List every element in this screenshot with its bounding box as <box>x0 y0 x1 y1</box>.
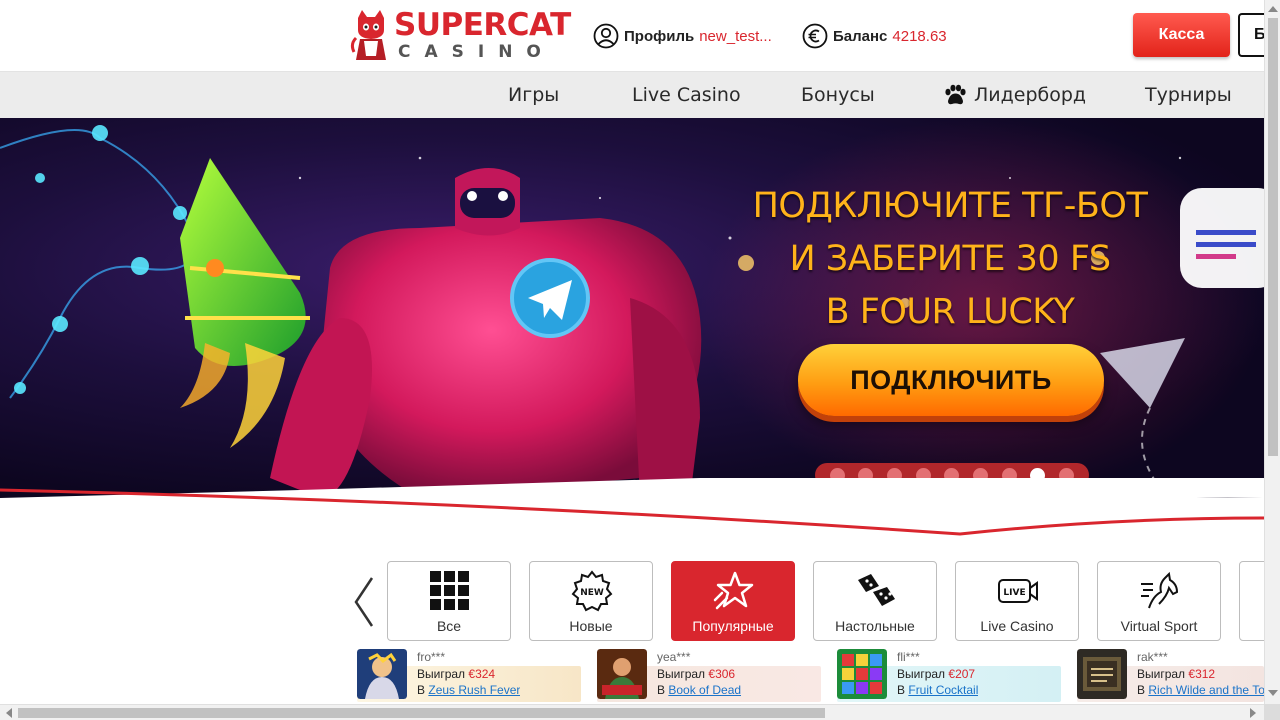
main-nav: Игры Live Casino Бонусы Лидерборд Турнир… <box>0 72 1264 118</box>
game-thumbnail[interactable] <box>597 649 647 699</box>
winner-card[interactable]: yea*** Выиграл €306 В Book of Dead <box>597 649 821 702</box>
category-label: Популярные <box>692 618 774 634</box>
scrollbar-corner <box>1264 704 1280 720</box>
star-icon <box>713 571 754 610</box>
logo-text-casino: CASINO <box>398 42 555 62</box>
connect-button[interactable]: ПОДКЛЮЧИТЬ <box>798 344 1104 416</box>
nav-item-games[interactable]: Игры <box>508 72 559 118</box>
header: SUPERCAT CASINO Профиль new_test... Бала… <box>0 0 1278 72</box>
category-label: Все <box>436 618 462 634</box>
profile-label: Профиль <box>624 27 695 45</box>
winner-game-line: В Zeus Rush Fever <box>417 683 521 697</box>
horse-icon <box>1141 571 1179 609</box>
winner-username: yea*** <box>657 650 691 664</box>
winner-amount: €306 <box>708 667 736 681</box>
winner-amount-line: Выиграл €306 <box>657 667 736 681</box>
nav-item-tournaments[interactable]: Турниры <box>1145 72 1232 118</box>
winner-card[interactable]: rak*** Выиграл €312 В Rich Wilde and the… <box>1077 649 1264 702</box>
balance-display[interactable]: Баланс 4218.63 <box>802 22 947 50</box>
scroll-left-arrow-icon[interactable] <box>4 708 12 718</box>
winner-game-line: В Fruit Cocktail <box>897 683 979 697</box>
category-all[interactable]: Все <box>387 561 511 641</box>
winner-amount-line: Выиграл €312 <box>1137 667 1216 681</box>
winner-username: fro*** <box>417 650 446 664</box>
category-label: Live Casino <box>980 618 1054 634</box>
category-label: Новые <box>569 618 613 634</box>
dice-icon <box>858 574 895 606</box>
profile-link[interactable]: Профиль new_test... <box>593 22 772 50</box>
nav-item-leaderboard[interactable]: Лидерборд <box>943 72 1086 118</box>
new-badge-icon: NEW <box>571 570 613 612</box>
profile-username: new_test... <box>699 27 772 45</box>
category-popular[interactable]: Популярные <box>671 561 795 641</box>
balance-value: 4218.63 <box>892 27 947 45</box>
user-icon <box>593 23 619 49</box>
winner-game-link[interactable]: Zeus Rush Fever <box>428 683 520 697</box>
category-table[interactable]: Настольные <box>813 561 937 641</box>
game-thumbnail[interactable] <box>1077 649 1127 699</box>
game-thumbnail[interactable] <box>357 649 407 699</box>
winner-card[interactable]: fli*** Выиграл €207 В Fruit Cocktail <box>837 649 1061 702</box>
winner-game-line: В Rich Wilde and the Tome of Madness <box>1137 683 1264 697</box>
winner-amount: €207 <box>948 667 976 681</box>
casino-page: SUPERCAT CASINO Профиль new_test... Бала… <box>0 0 1280 720</box>
nav-item-leaderboard-label: Лидерборд <box>974 84 1087 106</box>
logo-text-super: SUPERCAT <box>394 7 571 43</box>
supercat-logo[interactable]: SUPERCAT CASINO <box>350 6 571 66</box>
svg-text:LIVE: LIVE <box>1003 588 1025 598</box>
category-label: Настольные <box>835 618 915 634</box>
live-icon: LIVE <box>998 579 1038 603</box>
vertical-scrollbar-thumb[interactable] <box>1268 18 1278 456</box>
winner-amount-line: Выиграл €324 <box>417 667 496 681</box>
scroll-up-arrow-icon[interactable] <box>1268 4 1278 12</box>
winner-username: fli*** <box>897 650 920 664</box>
category-label: Virtual Sport <box>1120 618 1198 634</box>
winner-game-line: В Book of Dead <box>657 683 742 697</box>
euro-icon <box>802 23 828 49</box>
paw-icon <box>945 84 966 105</box>
category-live-casino[interactable]: LIVE Live Casino <box>955 561 1079 641</box>
horizontal-scrollbar-thumb[interactable] <box>18 708 825 718</box>
decorative-swoosh <box>0 478 1264 536</box>
vertical-scrollbar[interactable] <box>1264 0 1280 704</box>
promo-line-1: ПОДКЛЮЧИТЕ ТГ-БОТ <box>752 186 1148 226</box>
winner-amount: €324 <box>468 667 496 681</box>
cashier-button[interactable]: Касса <box>1133 13 1230 57</box>
svg-text:NEW: NEW <box>580 588 604 598</box>
promo-line-2: И ЗАБЕРИТЕ 30 FS <box>789 239 1111 279</box>
chevron-left-icon[interactable] <box>352 576 376 628</box>
game-thumbnail[interactable] <box>837 649 887 699</box>
nav-item-live-casino[interactable]: Live Casino <box>632 72 741 118</box>
winner-amount-line: Выиграл €207 <box>897 667 976 681</box>
nav-item-bonuses[interactable]: Бонусы <box>801 72 875 118</box>
category-virtual-sport[interactable]: Virtual Sport <box>1097 561 1221 641</box>
winner-game-link[interactable]: Rich Wilde and the Tome of Madness <box>1148 683 1264 697</box>
winner-game-link[interactable]: Fruit Cocktail <box>908 683 978 697</box>
scroll-right-arrow-icon[interactable] <box>1250 708 1258 718</box>
winner-username: rak*** <box>1137 650 1168 664</box>
cat-mascot-icon <box>350 10 386 60</box>
winner-game-link[interactable]: Book of Dead <box>668 683 741 697</box>
grid-icon <box>430 571 469 610</box>
winner-amount: €312 <box>1188 667 1216 681</box>
balance-label: Баланс <box>833 27 888 45</box>
category-new[interactable]: NEW Новые <box>529 561 653 641</box>
scroll-down-arrow-icon[interactable] <box>1268 690 1278 698</box>
promo-banner[interactable]: ПОДКЛЮЧИТЕ ТГ-БОТ И ЗАБЕРИТЕ 30 FS В FOU… <box>0 118 1264 498</box>
winner-card[interactable]: fro*** Выиграл €324 В Zeus Rush Fever <box>357 649 581 702</box>
horizontal-scrollbar[interactable] <box>0 704 1264 720</box>
